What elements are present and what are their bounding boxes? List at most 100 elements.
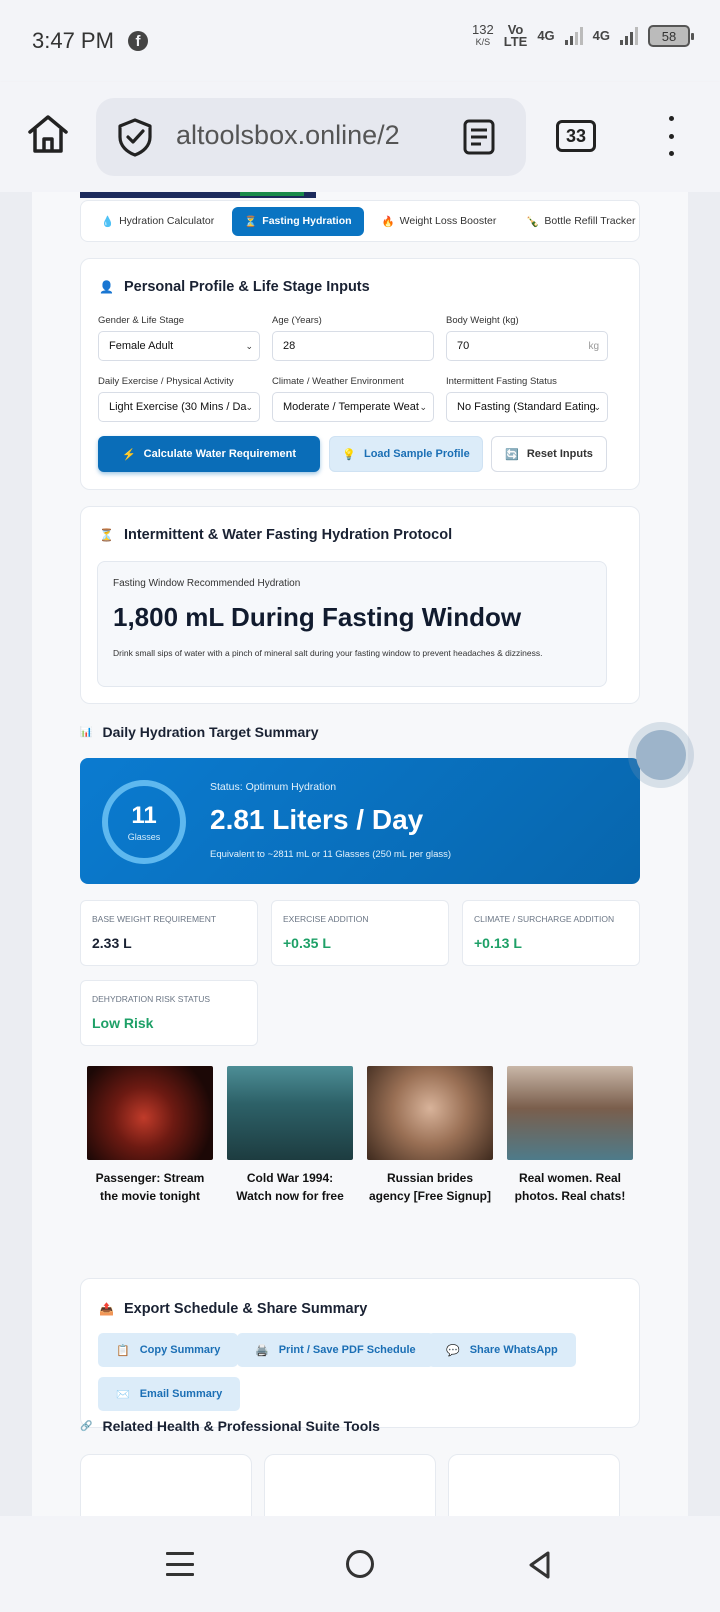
floating-action-button[interactable]: [628, 722, 694, 788]
lightbulb-icon: 💡: [342, 448, 356, 461]
printer-icon: 🖨️: [255, 1344, 269, 1357]
bar-chart-icon: 📊: [80, 726, 93, 738]
profile-card: 👤 Personal Profile & Life Stage Inputs G…: [80, 258, 640, 490]
tool-tabs: 💧 Hydration Calculator ⏳ Fasting Hydration…: [80, 200, 640, 242]
hydration-summary-banner: 11 Glasses Status: Optimum Hydration 2.8…: [80, 758, 640, 884]
ad-image-2[interactable]: [227, 1066, 353, 1160]
hourglass-icon: ⏳: [244, 215, 258, 228]
url-text[interactable]: altoolsbox.online/2: [176, 120, 446, 151]
fasting-box-label: Fasting Window Recommended Hydration: [113, 578, 301, 589]
clipboard-icon: 📋: [116, 1344, 130, 1357]
chat-icon: 💬: [446, 1344, 460, 1357]
age-input[interactable]: 28: [272, 331, 434, 361]
weight-label: Body Weight (kg): [446, 315, 519, 326]
fasting-card-title: ⏳ Intermittent & Water Fasting Hydration…: [99, 527, 453, 543]
related-tool-card-2[interactable]: [264, 1454, 436, 1516]
tab-fasting-hydration[interactable]: ⏳ Fasting Hydration: [232, 206, 364, 236]
stat-base-weight: Base Weight Requirement 2.33 L: [80, 900, 258, 966]
fire-icon: 🔥: [381, 215, 395, 228]
tab-bottle-refill-tracker[interactable]: 🍾 Bottle Refill Tracker: [514, 207, 639, 236]
network-speed: 132 K/S: [472, 22, 494, 47]
copy-summary-button[interactable]: 📋 Copy Summary: [98, 1333, 239, 1367]
print-pdf-button[interactable]: 🖨️ Print / Save PDF Schedule: [237, 1333, 434, 1367]
exercise-select[interactable]: Light Exercise (30 Mins / Da ⌄: [98, 392, 260, 422]
top-ad-banner[interactable]: [80, 192, 316, 198]
stat-exercise-addition: Exercise Addition +0.35 L: [271, 900, 449, 966]
hydration-status: Status: Optimum Hydration: [210, 781, 337, 793]
ad-image-3[interactable]: [367, 1066, 493, 1160]
browser-toolbar: altoolsbox.online/2 33: [0, 82, 720, 192]
ad-card-1[interactable]: Passenger: Stream the movie tonight: [87, 1066, 213, 1205]
shield-check-icon[interactable]: [116, 117, 154, 157]
battery-icon: 58: [648, 25, 694, 47]
climate-label: Climate / Weather Environment: [272, 376, 404, 387]
glasses-count: 11: [131, 802, 157, 829]
ad-card-2[interactable]: Cold War 1994: Watch now for free: [227, 1066, 353, 1205]
clock: 3:47 PM: [32, 28, 114, 53]
lightning-icon: ⚡: [121, 448, 136, 461]
ad-image-4[interactable]: [507, 1066, 633, 1160]
home-icon[interactable]: [26, 112, 70, 156]
chevron-down-icon: ⌄: [245, 341, 253, 351]
email-summary-button[interactable]: ✉️ Email Summary: [98, 1377, 241, 1411]
recent-apps-icon[interactable]: [166, 1552, 194, 1576]
status-indicators: 132 K/S Vo LTE 4G 4G 58: [472, 22, 694, 49]
related-tool-card-1[interactable]: [80, 1454, 252, 1516]
ad-image-1[interactable]: [87, 1066, 213, 1160]
ad-card-3[interactable]: Russian brides agency [Free Signup]: [367, 1066, 493, 1205]
fasting-box-note: Drink small sips of water with a pinch o…: [113, 648, 543, 658]
fasting-status-select[interactable]: No Fasting (Standard Eating ⌄: [446, 392, 608, 422]
glasses-label: Glasses: [127, 832, 161, 842]
signal-icon: [564, 27, 583, 45]
hourglass-icon: ⏳: [99, 528, 114, 542]
age-label: Age (Years): [272, 315, 322, 326]
related-heading: 🔗 Related Health & Professional Suite To…: [80, 1418, 380, 1434]
export-card: 📤 Export Schedule & Share Summary 📋 Copy …: [80, 1278, 640, 1428]
volte-indicator: Vo LTE: [503, 22, 528, 49]
gender-select[interactable]: Female Adult ⌄: [98, 331, 260, 361]
reset-button[interactable]: 🔄 Reset Inputs: [491, 436, 607, 472]
weight-unit: kg: [588, 341, 599, 352]
tab-weight-loss-booster[interactable]: 🔥 Weight Loss Booster: [370, 207, 509, 236]
reader-mode-icon[interactable]: [462, 118, 496, 156]
calculate-button[interactable]: ⚡ Calculate Water Requirement: [98, 436, 320, 472]
network-type-1: 4G: [537, 28, 555, 43]
fasting-protocol-card: ⏳ Intermittent & Water Fasting Hydration…: [80, 506, 640, 704]
user-icon: 👤: [99, 280, 114, 294]
tab-hydration-calculator[interactable]: 💧 Hydration Calculator: [89, 207, 226, 236]
equivalent-note: Equivalent to ~2811 mL or 11 Glasses (25…: [210, 849, 452, 860]
network-type-2: 4G: [592, 28, 610, 43]
home-button-icon[interactable]: [346, 1550, 374, 1578]
chevron-down-icon: ⌄: [419, 402, 427, 412]
glasses-ring: 11 Glasses: [102, 780, 186, 864]
export-card-title: 📤 Export Schedule & Share Summary: [99, 1301, 368, 1317]
refresh-icon: 🔄: [505, 448, 519, 461]
related-tool-card-3[interactable]: [448, 1454, 620, 1516]
chevron-down-icon: ⌄: [593, 402, 601, 412]
status-time-group: 3:47 PM f: [32, 28, 148, 54]
more-menu-icon[interactable]: [664, 116, 678, 156]
load-sample-button[interactable]: 💡 Load Sample Profile: [329, 436, 483, 472]
chevron-down-icon: ⌄: [245, 402, 253, 412]
droplet-icon: 💧: [101, 215, 115, 228]
fasting-status-label: Intermittent Fasting Status: [446, 376, 557, 387]
climate-select[interactable]: Moderate / Temperate Weat ⌄: [272, 392, 434, 422]
share-whatsapp-button[interactable]: 💬 Share WhatsApp: [428, 1333, 576, 1367]
status-bar: 3:47 PM f 132 K/S Vo LTE 4G 4G 58: [0, 0, 720, 82]
envelope-icon: ✉️: [116, 1388, 130, 1401]
stat-dehydration-risk: Dehydration Risk Status Low Risk: [80, 980, 258, 1046]
stat-climate-addition: Climate / Surcharge Addition +0.13 L: [462, 900, 640, 966]
link-icon: 🔗: [80, 1420, 93, 1432]
system-nav-bar: [0, 1516, 720, 1612]
bottle-icon: 🍾: [526, 215, 540, 228]
weight-input[interactable]: 70 kg: [446, 331, 608, 361]
tab-switcher-button[interactable]: 33: [556, 120, 596, 152]
outbox-icon: 📤: [99, 1302, 114, 1316]
fasting-box-value: 1,800 mL During Fasting Window: [113, 602, 522, 632]
liters-per-day: 2.81 Liters / Day: [210, 804, 424, 835]
address-bar[interactable]: altoolsbox.online/2: [96, 98, 526, 176]
page-container: 💧 Hydration Calculator ⏳ Fasting Hydration…: [32, 192, 688, 1516]
ad-card-4[interactable]: Real women. Real photos. Real chats!: [507, 1066, 633, 1205]
facebook-notification-icon: f: [127, 31, 148, 51]
back-icon[interactable]: [526, 1550, 554, 1580]
